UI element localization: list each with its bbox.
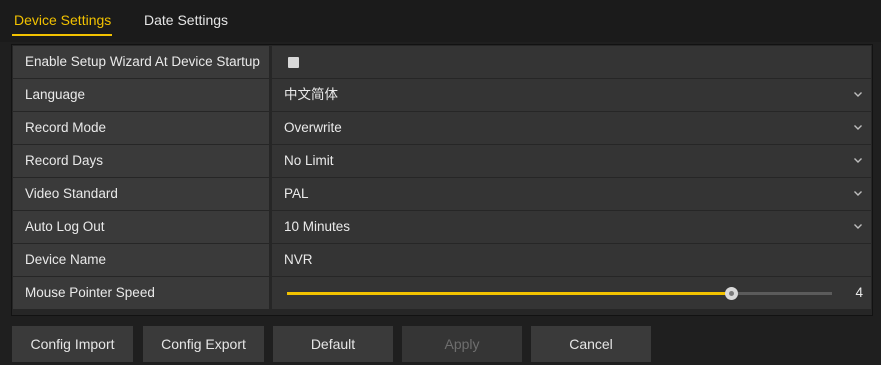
tab-device-settings[interactable]: Device Settings (14, 12, 111, 28)
language-label: Language (13, 79, 269, 111)
device-name-label: Device Name (13, 244, 269, 276)
language-select[interactable]: 中文简体 (272, 79, 871, 111)
auto-log-out-label: Auto Log Out (13, 211, 269, 243)
config-export-button[interactable]: Config Export (143, 326, 264, 362)
record-days-value: No Limit (284, 153, 334, 168)
record-mode-label: Record Mode (13, 112, 269, 144)
chevron-down-icon (854, 191, 862, 196)
record-days-select[interactable]: No Limit (272, 145, 871, 177)
table-row-video-standard: Video Standard PAL (12, 177, 872, 210)
video-standard-value: PAL (284, 186, 309, 201)
auto-log-out-value: 10 Minutes (284, 219, 351, 234)
table-row-record-mode: Record Mode Overwrite (12, 111, 872, 144)
device-name-field[interactable]: NVR (272, 244, 871, 276)
language-value: 中文简体 (284, 87, 338, 102)
table-row-auto-log-out: Auto Log Out 10 Minutes (12, 210, 872, 243)
tab-bar: Device Settings Date Settings (0, 0, 881, 42)
apply-button[interactable]: Apply (402, 326, 522, 362)
chevron-down-icon (854, 92, 862, 97)
mouse-speed-slider-track[interactable] (287, 287, 832, 300)
table-row-setup-wizard: Enable Setup Wizard At Device Startup (12, 45, 872, 78)
device-settings-panel: Device Settings Date Settings Enable Set… (0, 0, 881, 365)
device-name-value: NVR (284, 252, 313, 267)
record-mode-select[interactable]: Overwrite (272, 112, 871, 144)
mouse-speed-slider-thumb[interactable] (725, 287, 739, 300)
table-row-mouse-pointer-speed: Mouse Pointer Speed 4 (12, 276, 872, 309)
cancel-button[interactable]: Cancel (531, 326, 651, 362)
video-standard-label: Video Standard (13, 178, 269, 210)
table-row-device-name: Device Name NVR (12, 243, 872, 276)
chevron-down-icon (854, 224, 862, 229)
chevron-down-icon (854, 125, 862, 130)
mouse-speed-slider-fill (287, 292, 732, 295)
table-row-record-days: Record Days No Limit (12, 144, 872, 177)
active-tab-indicator (12, 34, 112, 36)
tab-date-settings[interactable]: Date Settings (144, 12, 228, 28)
mouse-speed-value: 4 (855, 285, 863, 300)
setup-wizard-checkbox[interactable] (288, 57, 299, 68)
default-button[interactable]: Default (273, 326, 393, 362)
record-mode-value: Overwrite (284, 120, 342, 135)
record-days-label: Record Days (13, 145, 269, 177)
table-row-language: Language 中文简体 (12, 78, 872, 111)
video-standard-select[interactable]: PAL (272, 178, 871, 210)
settings-table: Enable Setup Wizard At Device Startup La… (11, 44, 873, 316)
auto-log-out-select[interactable]: 10 Minutes (272, 211, 871, 243)
config-import-button[interactable]: Config Import (12, 326, 133, 362)
setup-wizard-label: Enable Setup Wizard At Device Startup (13, 46, 269, 78)
chevron-down-icon (854, 158, 862, 163)
mouse-pointer-speed-control: 4 (272, 277, 871, 309)
mouse-pointer-speed-label: Mouse Pointer Speed (13, 277, 269, 309)
setup-wizard-value (272, 46, 871, 78)
